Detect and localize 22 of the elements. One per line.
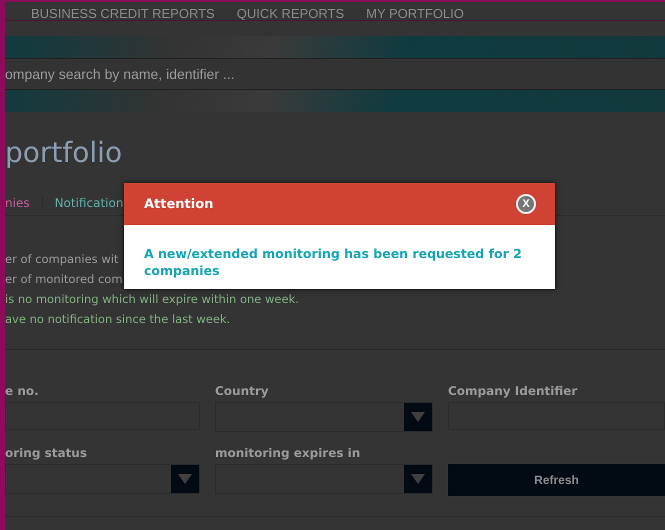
nav-link[interactable]: MY PORTFOLIO	[366, 7, 464, 20]
dropdown-field[interactable]	[215, 402, 433, 432]
page-title: portfolio	[5, 136, 124, 169]
field-label: monitoring expires in	[215, 446, 362, 462]
summary-text: er of monitored com	[5, 272, 123, 287]
summary-text: is no monitoring which will expire within one week.	[5, 292, 299, 307]
dialog-title: Attention	[144, 196, 214, 212]
search-field[interactable]: ompany search by name, identifier ...	[5, 58, 665, 90]
input-field[interactable]	[5, 402, 200, 430]
field-label: Country	[215, 384, 270, 400]
close-button[interactable]: X	[516, 194, 536, 214]
field-label: e no.	[5, 384, 40, 400]
dropdown-field[interactable]	[5, 464, 200, 494]
summary-text: ave no notification since the last week.	[5, 312, 230, 327]
tab[interactable]: nies	[5, 196, 43, 210]
field-label: Company Identifier	[448, 384, 578, 400]
field-label: oring status	[5, 446, 88, 462]
summary-text: er of companies wit	[5, 252, 118, 267]
dropdown-field[interactable]	[215, 464, 433, 494]
nav-link[interactable]: BUSINESS CREDIT REPORTS	[31, 7, 215, 20]
dialog-message: A new/extended monitoring has been requested for 2 companies	[143, 245, 523, 280]
refresh-button[interactable]: Refresh	[448, 464, 665, 496]
